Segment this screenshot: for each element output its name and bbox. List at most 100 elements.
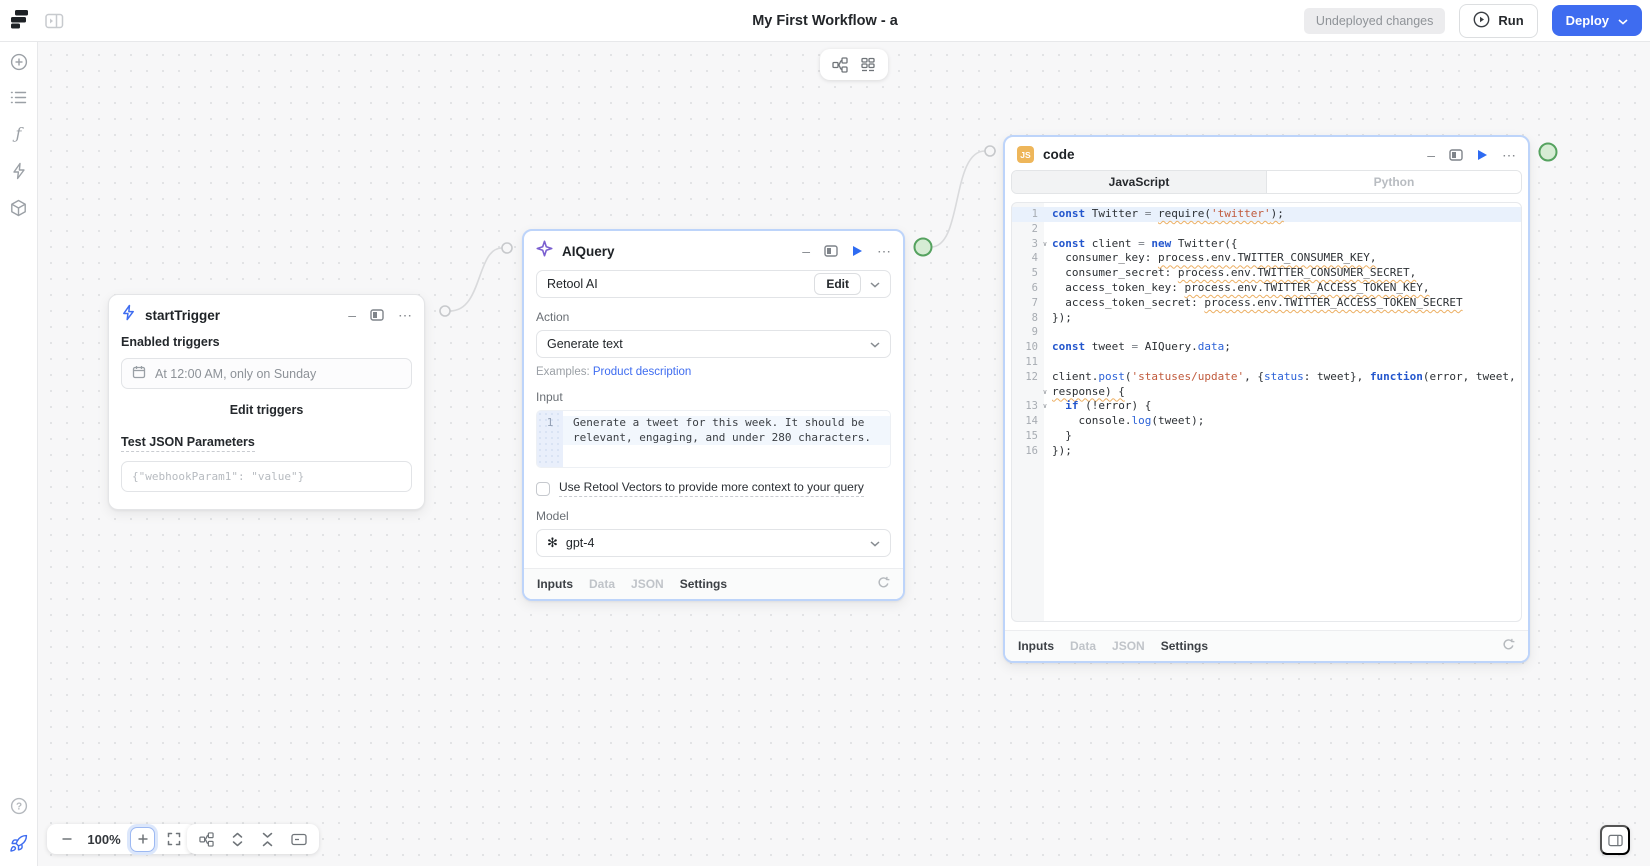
code-text: const Twitter = require('twitter'); — [1052, 207, 1284, 222]
code-line: 13∨ if (!error) { — [1012, 399, 1521, 414]
vectors-checkbox-label[interactable]: Use Retool Vectors to provide more conte… — [559, 480, 864, 497]
node-code[interactable]: JS code – ⋯ JavaScript Python 1const Twi… — [1003, 135, 1530, 663]
code-line: 16}); — [1012, 444, 1521, 459]
code-text: if (!error) { — [1052, 399, 1151, 414]
add-block-button[interactable] — [10, 53, 28, 71]
rename-blocks-button[interactable] — [291, 833, 307, 846]
fit-view-button[interactable] — [161, 832, 187, 846]
auto-layout-button[interactable] — [199, 832, 214, 847]
vectors-option-row[interactable]: Use Retool Vectors to provide more conte… — [536, 480, 891, 497]
prompt-editor[interactable]: 1 Generate a tweet for this week. It sho… — [536, 410, 891, 468]
line-number: 2 — [1012, 222, 1038, 237]
blocks-list-button[interactable] — [10, 90, 27, 105]
test-json-parameters-input[interactable] — [121, 461, 412, 492]
run-block-icon[interactable] — [1477, 149, 1488, 161]
left-sidebar: ƒ ? — [0, 42, 38, 866]
open-panel-icon[interactable] — [370, 308, 384, 322]
open-panel-icon[interactable] — [824, 244, 838, 258]
aiquery-header[interactable]: AIQuery – ⋯ — [524, 231, 903, 268]
line-number: 4 — [1012, 251, 1038, 266]
code-header[interactable]: JS code – ⋯ — [1005, 137, 1528, 169]
tab-javascript[interactable]: JavaScript — [1012, 171, 1266, 193]
minimize-node-icon[interactable]: – — [1427, 150, 1435, 160]
starttrigger-header[interactable]: startTrigger – ⋯ — [109, 295, 424, 332]
code-text: consumer_key: process.env.TWITTER_CONSUM… — [1052, 251, 1377, 266]
refresh-icon[interactable] — [1502, 638, 1515, 654]
code-text: } — [1052, 429, 1072, 444]
more-options-icon[interactable]: ⋯ — [1502, 150, 1516, 160]
openai-icon: ✻ — [547, 535, 558, 551]
fold-arrow-icon[interactable]: ∨ — [1038, 237, 1052, 252]
open-panel-icon[interactable] — [1449, 148, 1463, 162]
line-number — [1012, 385, 1038, 400]
tab-json[interactable]: JSON — [1112, 639, 1145, 653]
functions-button[interactable]: ƒ — [16, 124, 22, 143]
more-options-icon[interactable]: ⋯ — [398, 310, 412, 320]
run-block-icon[interactable] — [852, 245, 863, 257]
line-number: 3 — [1012, 237, 1038, 252]
tab-settings[interactable]: Settings — [1161, 639, 1208, 653]
code-success-handle[interactable] — [1540, 144, 1557, 161]
action-select[interactable]: Generate text — [536, 330, 891, 358]
refresh-icon[interactable] — [877, 576, 890, 592]
code-text: }); — [1052, 311, 1072, 326]
tab-inputs[interactable]: Inputs — [537, 577, 573, 591]
zoom-in-button[interactable] — [130, 827, 155, 852]
tab-settings[interactable]: Settings — [680, 577, 727, 591]
product-description-link[interactable]: Product description — [593, 366, 691, 378]
vectors-checkbox[interactable] — [536, 482, 550, 496]
aiquery-input-port[interactable] — [502, 243, 512, 253]
code-input-port[interactable] — [985, 146, 995, 156]
tab-json[interactable]: JSON — [631, 577, 664, 591]
fold-arrow-icon[interactable]: ∨ — [1038, 399, 1052, 414]
list-view-button[interactable] — [860, 57, 876, 73]
input-label: Input — [536, 390, 891, 404]
line-number: 9 — [1012, 325, 1038, 340]
deploy-button[interactable]: Deploy — [1552, 5, 1642, 36]
zoom-level: 100% — [84, 832, 124, 847]
resources-button[interactable] — [10, 199, 27, 217]
expand-all-button[interactable] — [231, 832, 244, 847]
aiquery-success-handle[interactable] — [915, 239, 932, 256]
edge-aiquery-code — [931, 151, 985, 247]
minimize-node-icon[interactable]: – — [348, 310, 356, 320]
model-label: Model — [536, 509, 891, 523]
line-number: 12 — [1012, 370, 1038, 385]
node-starttrigger[interactable]: startTrigger – ⋯ Enabled triggers At 12:… — [108, 294, 425, 510]
aiquery-footer: Inputs Data JSON Settings — [524, 568, 903, 599]
tab-python[interactable]: Python — [1266, 171, 1521, 193]
node-aiquery[interactable]: AIQuery – ⋯ Retool AI Edit Action Genera… — [522, 229, 905, 601]
onboarding-rocket-button[interactable] — [9, 834, 28, 853]
workflow-canvas[interactable]: startTrigger – ⋯ Enabled triggers At 12:… — [38, 42, 1650, 866]
line-number: 15 — [1012, 429, 1038, 444]
chevron-down-icon — [870, 536, 880, 550]
trigger-schedule-field[interactable]: At 12:00 AM, only on Sunday — [121, 358, 412, 389]
code-text: const client = new Twitter({ — [1052, 237, 1237, 252]
toggle-minimap-button[interactable] — [1600, 825, 1630, 855]
resource-select[interactable]: Retool AI Edit — [536, 270, 891, 298]
fold-arrow-icon[interactable]: ∨ — [1038, 385, 1052, 400]
tab-inputs[interactable]: Inputs — [1018, 639, 1054, 653]
model-select[interactable]: ✻ gpt-4 — [536, 529, 891, 557]
zoom-out-button[interactable] — [56, 833, 78, 845]
edit-triggers-button[interactable]: Edit triggers — [121, 403, 412, 417]
code-editor[interactable]: 1const Twitter = require('twitter');23∨c… — [1011, 202, 1522, 622]
tab-data[interactable]: Data — [589, 577, 615, 591]
tab-data[interactable]: Data — [1070, 639, 1096, 653]
starttrigger-output-port[interactable] — [440, 306, 450, 316]
code-text: access_token_secret: process.env.TWITTER… — [1052, 296, 1463, 311]
edit-resource-button[interactable]: Edit — [814, 273, 861, 295]
code-line: 6 access_token_key: process.env.TWITTER_… — [1012, 281, 1521, 296]
code-line: 4 consumer_key: process.env.TWITTER_CONS… — [1012, 251, 1521, 266]
toggle-left-panel-button[interactable] — [45, 13, 64, 29]
graph-view-button[interactable] — [832, 57, 848, 73]
more-options-icon[interactable]: ⋯ — [877, 246, 891, 256]
retool-logo-icon[interactable] — [9, 7, 30, 35]
fold-spacer — [1038, 325, 1052, 340]
undeployed-changes-badge: Undeployed changes — [1304, 8, 1445, 34]
run-button[interactable]: Run — [1459, 4, 1537, 38]
help-button[interactable]: ? — [10, 797, 28, 815]
minimize-node-icon[interactable]: – — [802, 246, 810, 256]
triggers-button[interactable] — [11, 162, 27, 180]
collapse-all-button[interactable] — [261, 832, 274, 847]
